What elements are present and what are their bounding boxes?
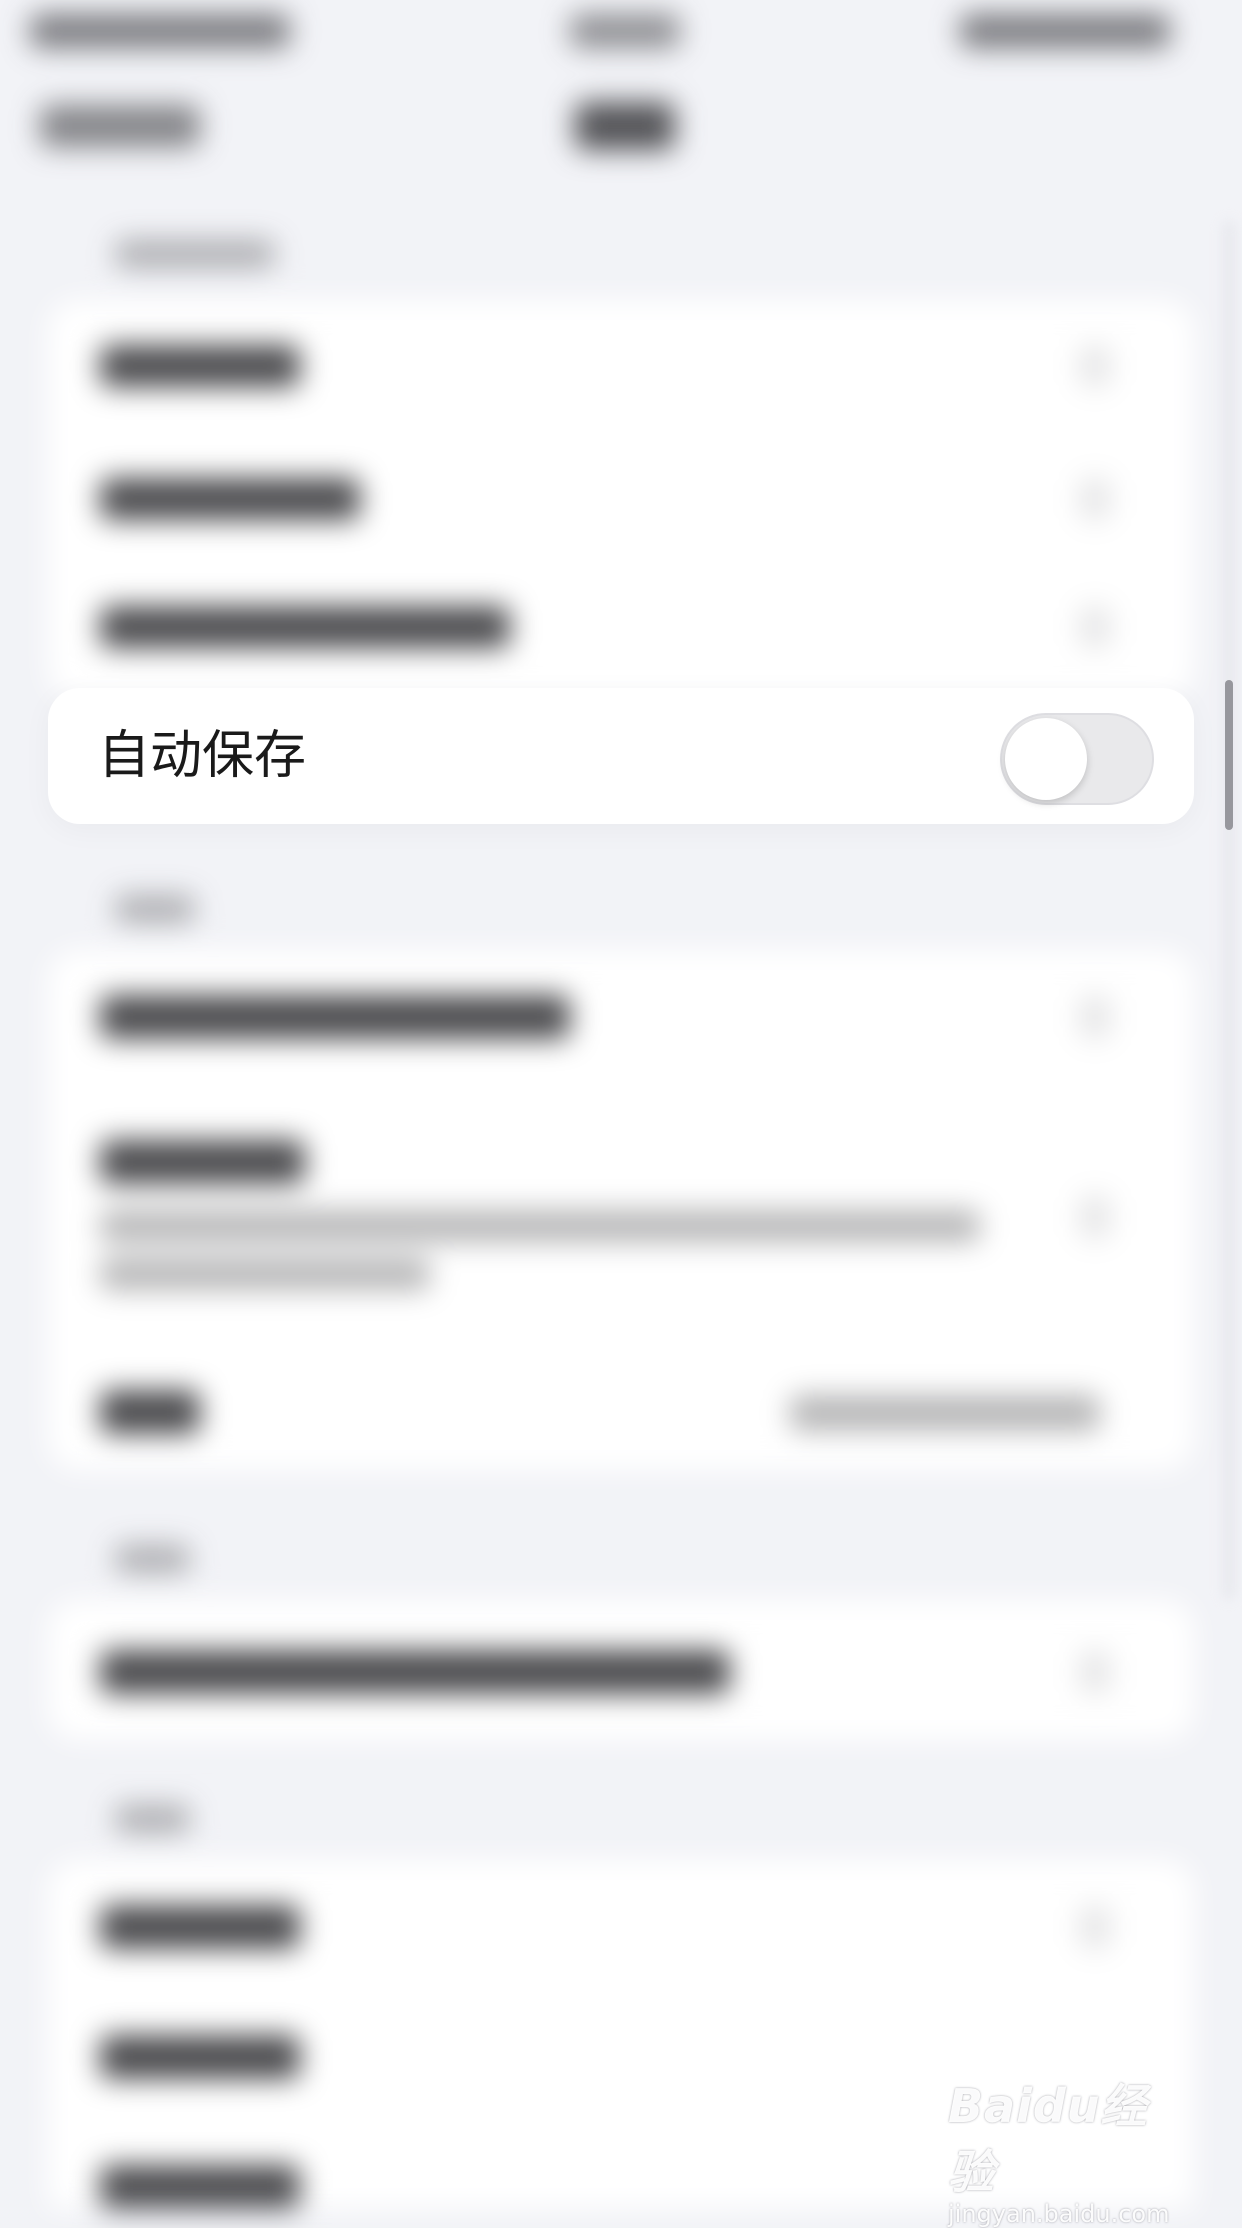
section-header-blur: [115, 895, 195, 923]
status-bar-left-blur: [30, 14, 290, 48]
toggle-knob: [1005, 718, 1087, 800]
auto-save-row[interactable]: 自动保存: [48, 688, 1194, 824]
watermark-url: jingyan.baidu.com: [948, 2200, 1170, 2228]
row-label-blur: [100, 1390, 200, 1434]
row-label-blur: [100, 478, 360, 520]
scroll-track: [1222, 220, 1236, 1600]
section-header-blur: [115, 1545, 190, 1573]
row-value-blur: [790, 1395, 1100, 1431]
row-description-blur: [100, 1210, 980, 1242]
auto-save-toggle[interactable]: [1000, 713, 1154, 805]
scrollbar[interactable]: [1225, 680, 1233, 830]
row-chevron-blur: [1080, 1650, 1110, 1694]
baidu-jingyan-watermark: Baidu经验 jingyan.baidu.com: [948, 2070, 1188, 2228]
row-chevron-blur: [1080, 345, 1110, 387]
section-header-blur: [115, 240, 275, 268]
row-chevron-blur: [1080, 478, 1110, 520]
row-label-blur: [100, 1140, 305, 1184]
row-label-blur: [100, 1650, 730, 1694]
section-header-blur: [115, 1805, 190, 1833]
auto-save-label: 自动保存: [98, 726, 307, 786]
nav-title-blur: [575, 102, 675, 150]
row-description-blur: [100, 1258, 430, 1290]
row-chevron-blur: [1080, 606, 1110, 648]
row-label-blur: [100, 2165, 300, 2208]
nav-back-blur: [40, 105, 200, 147]
blurred-background: [0, 0, 1242, 2208]
status-bar-right-blur: [960, 14, 1170, 48]
row-label-blur: [100, 606, 510, 648]
row-label-blur: [100, 345, 300, 387]
row-chevron-blur: [1080, 1905, 1110, 1949]
row-label-blur: [100, 995, 570, 1039]
status-bar-center-blur: [570, 14, 680, 48]
row-chevron-blur: [1080, 995, 1110, 1039]
row-label-blur: [100, 1905, 300, 1949]
row-chevron-blur: [1080, 1195, 1110, 1239]
row-label-blur: [100, 2035, 300, 2079]
watermark-logo: Baidu经验: [948, 2079, 1148, 2199]
